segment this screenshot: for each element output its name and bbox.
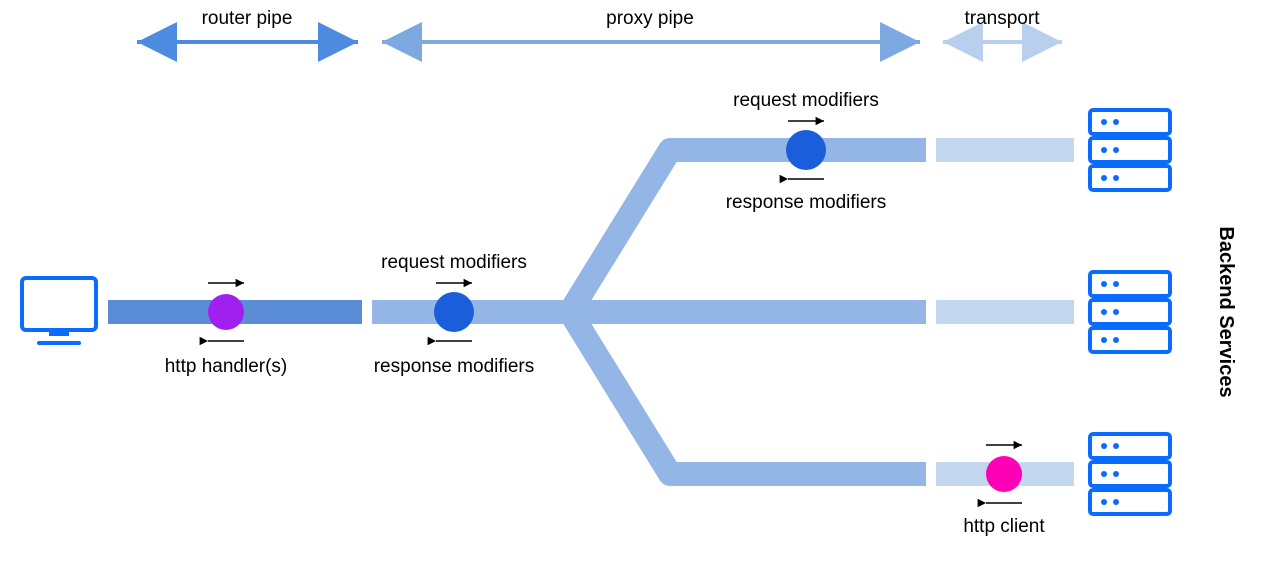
server-icon [1090, 110, 1170, 190]
pipe-proxy-branch-bottom [570, 312, 926, 474]
dot-http-client [986, 456, 1022, 492]
section-label-transport: transport [965, 8, 1041, 29]
pipe-proxy-branch-top [570, 150, 926, 312]
label-backend-services: Backend Services [1215, 226, 1237, 397]
client-monitor-icon [22, 278, 96, 343]
dot-proxy-modifiers [434, 292, 474, 332]
dot-branch-modifiers [786, 130, 826, 170]
label-proxy-request: request modifiers [381, 252, 527, 273]
label-http-handlers: http handler(s) [165, 356, 288, 377]
section-label-router: router pipe [202, 8, 293, 29]
section-label-proxy: proxy pipe [606, 8, 694, 29]
server-icon [1090, 434, 1170, 514]
label-branch-request: request modifiers [733, 90, 879, 111]
label-proxy-response: response modifiers [374, 356, 535, 377]
server-icon [1090, 272, 1170, 352]
label-http-client: http client [963, 516, 1045, 537]
dot-http-handlers [208, 294, 244, 330]
pipe-transport-top [936, 138, 1074, 162]
architecture-diagram: router pipe proxy pipe transport http ha… [0, 0, 1261, 578]
pipe-transport-mid [936, 300, 1074, 324]
label-branch-response: response modifiers [726, 192, 887, 213]
